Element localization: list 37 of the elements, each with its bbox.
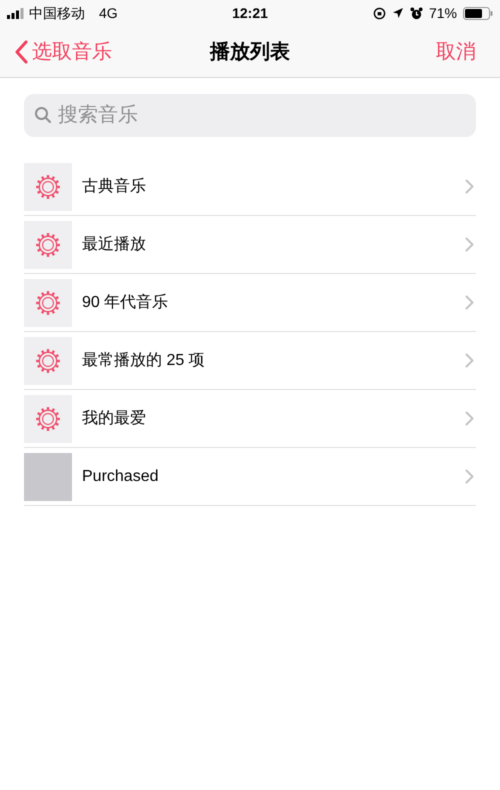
signal-icon (7, 8, 25, 18)
alarm-clock-icon (410, 6, 423, 20)
playlist-name: 最常播放的 25 项 (82, 350, 206, 370)
playlist-item[interactable]: Purchased (24, 448, 476, 506)
playlist-name: 90 年代音乐 (82, 292, 170, 312)
playlist-item[interactable]: 最近播放 (24, 216, 476, 274)
playlist-name: Purchased (82, 466, 160, 486)
gear-icon (35, 232, 61, 258)
network-type: 4G (99, 4, 118, 22)
status-time: 12:21 (231, 4, 269, 22)
chevron-right-icon (465, 353, 474, 368)
chevron-right-icon (465, 411, 474, 426)
gear-icon (35, 174, 61, 200)
playlist-name: 我的最爱 (82, 408, 147, 428)
gear-icon (35, 406, 61, 432)
back-chevron-icon (14, 40, 28, 64)
playlist-name: 古典音乐 (82, 176, 147, 196)
playlist-item[interactable]: 90 年代音乐 (24, 274, 476, 332)
battery-icon (463, 6, 493, 20)
playlist-thumbnail (24, 452, 72, 500)
chevron-right-icon (465, 237, 474, 252)
chevron-right-icon (465, 179, 474, 194)
gear-icon (35, 348, 61, 374)
carrier-name: 中国移动 (29, 4, 85, 22)
playlist-item[interactable]: 我的最爱 (24, 390, 476, 448)
playlist-name: 最近播放 (82, 234, 147, 254)
location-arrow-icon (392, 7, 404, 19)
battery-percent: 71% (428, 4, 457, 22)
playlist-item[interactable]: 最常播放的 25 项 (24, 332, 476, 390)
chevron-right-icon (465, 469, 474, 484)
playlist-item[interactable]: 古典音乐 (24, 158, 476, 216)
gear-icon (35, 290, 61, 316)
search-field[interactable]: 搜索音乐 (24, 94, 476, 137)
chevron-right-icon (465, 295, 474, 310)
nav-title: 播放列表 (210, 40, 290, 64)
search-icon (34, 106, 52, 124)
rotation-lock-icon (372, 6, 386, 20)
